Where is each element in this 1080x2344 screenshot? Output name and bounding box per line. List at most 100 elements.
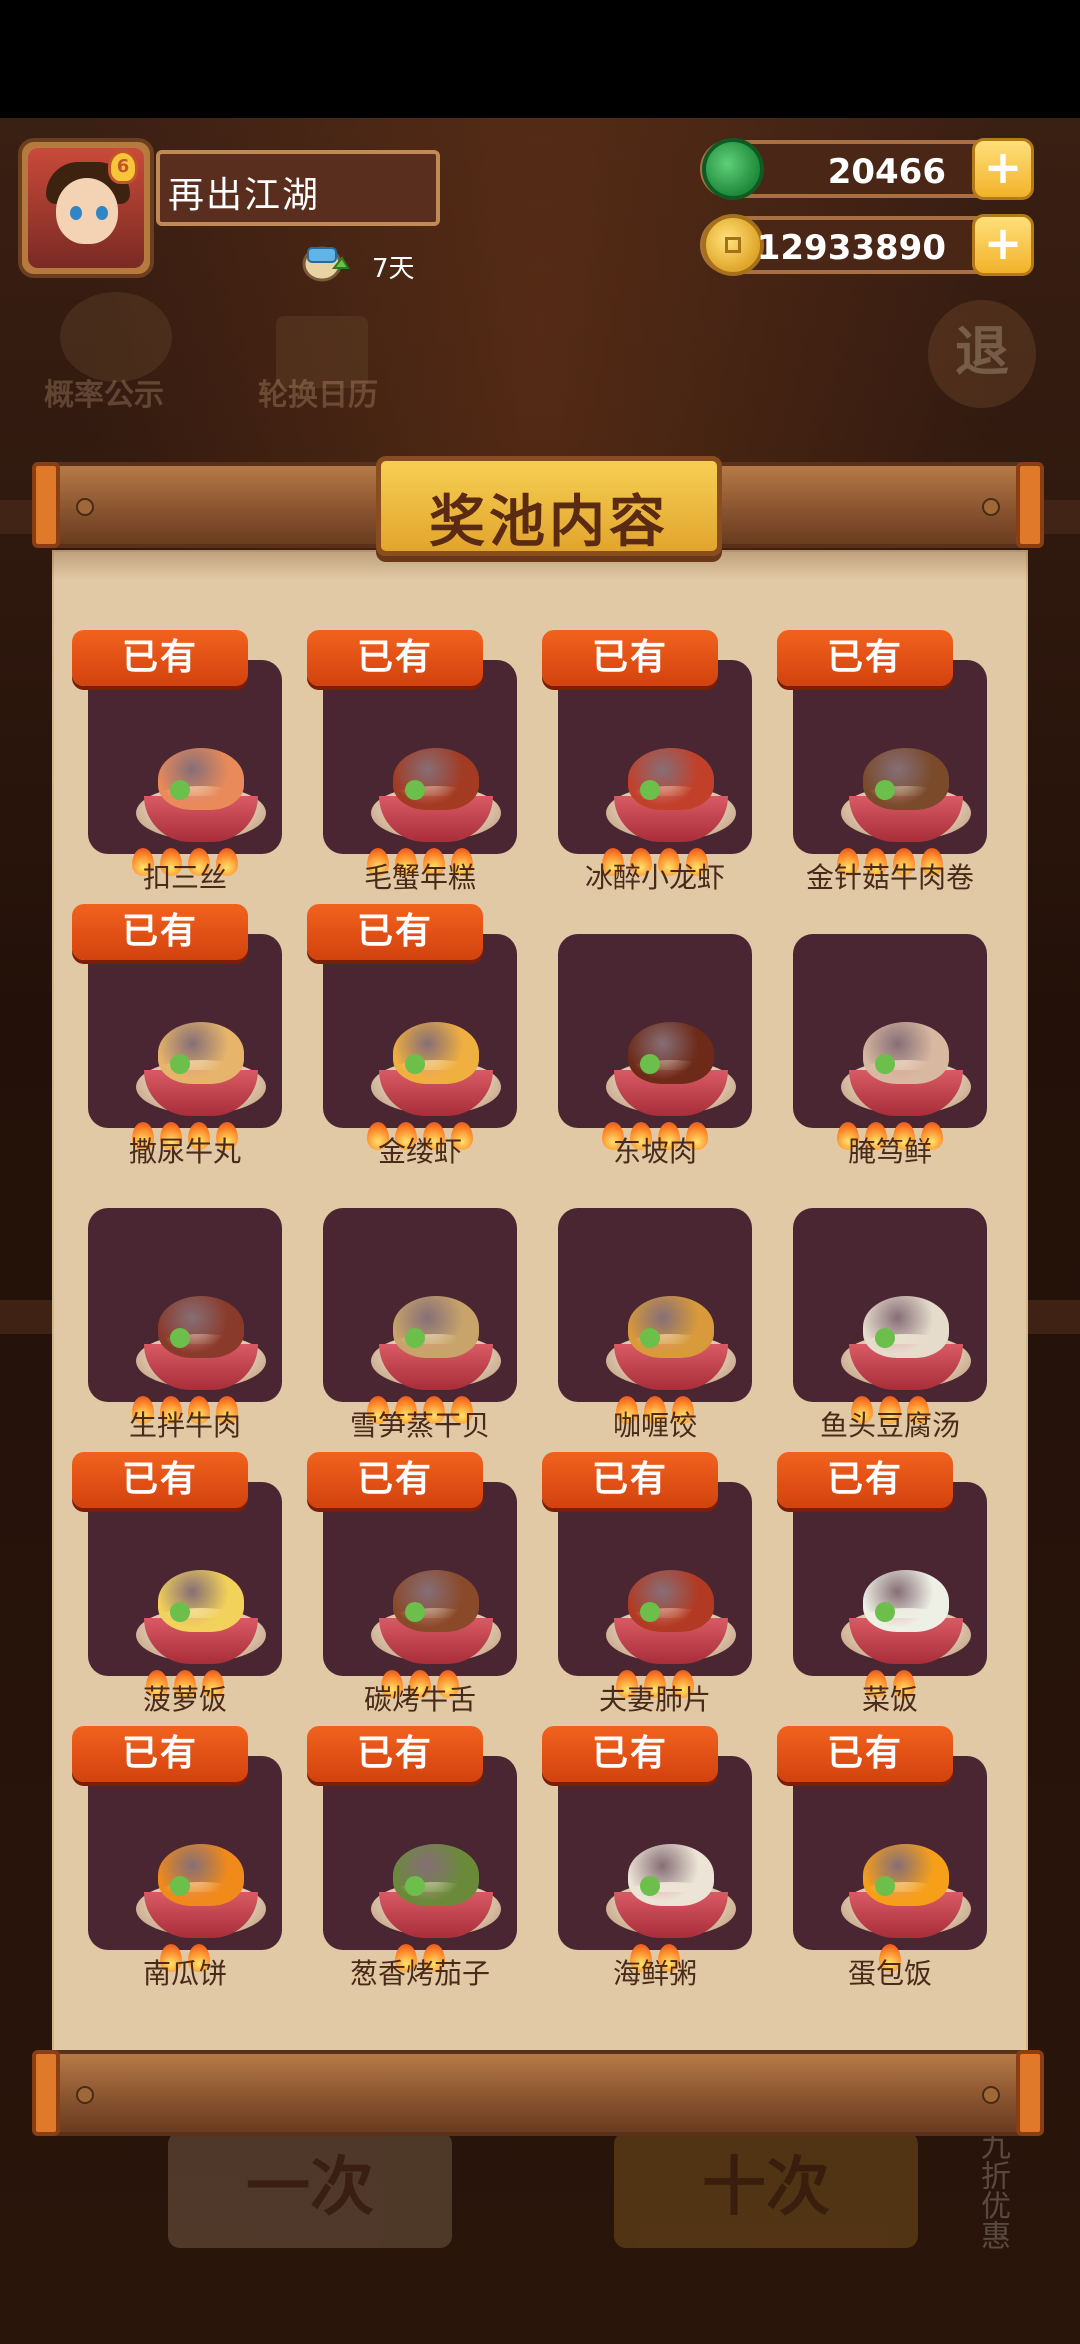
- dish-name: 碳烤牛舌: [363, 1683, 476, 1716]
- dish-icon: [393, 1296, 479, 1358]
- add-jade-button[interactable]: +: [972, 138, 1034, 200]
- jade-amount: 20466: [827, 152, 946, 192]
- rod-nail: [982, 498, 1000, 516]
- draw-ten-button[interactable]: 十次: [614, 2132, 918, 2248]
- owned-badge: 已有: [72, 904, 248, 960]
- coin-currency-bar: 12933890 +: [700, 214, 1034, 276]
- dish-icon: [863, 1570, 949, 1632]
- vip-card-icon: [302, 246, 350, 282]
- dish-tile: [558, 660, 752, 876]
- avatar-eye: [70, 206, 82, 220]
- dish-name: 金缕虾: [377, 1135, 462, 1168]
- dish-tile: [88, 1208, 282, 1424]
- avatar-face: [56, 178, 118, 244]
- dish-tile: [793, 1482, 987, 1698]
- dish-tile: [323, 660, 517, 876]
- add-coins-button[interactable]: +: [972, 214, 1034, 276]
- rod-nail: [982, 2086, 1000, 2104]
- dish-icon: [863, 748, 949, 810]
- owned-badge: 已有: [307, 1726, 483, 1782]
- jade-currency-bar: 20466 +: [700, 138, 1034, 200]
- dish-tile: [88, 1756, 282, 1972]
- scroll-bottom-rod: [32, 2050, 1044, 2136]
- dish-name: 冰醉小龙虾: [584, 861, 725, 894]
- owned-badge: 已有: [307, 1452, 483, 1508]
- exit-button[interactable]: 退: [928, 300, 1036, 408]
- dish-icon: [628, 1022, 714, 1084]
- probability-icon: [60, 292, 172, 382]
- dish-tile: [323, 1482, 517, 1698]
- garnish-icon: [405, 1054, 425, 1074]
- garnish-icon: [875, 780, 895, 800]
- rod-cap: [32, 462, 60, 548]
- dish-icon: [393, 748, 479, 810]
- owned-badge: 已有: [72, 1726, 248, 1782]
- dish-icon: [158, 1844, 244, 1906]
- draw-once-button[interactable]: 一次: [168, 2132, 452, 2248]
- dish-name: 撒尿牛丸: [128, 1135, 241, 1168]
- dish-tile: [323, 1756, 517, 1972]
- dish-icon: [628, 1296, 714, 1358]
- dish-name: 蛋包饭: [847, 1957, 932, 1990]
- probability-button[interactable]: 概率公示: [44, 370, 164, 414]
- garnish-icon: [640, 1876, 660, 1896]
- owned-badge: 已有: [542, 1452, 718, 1508]
- garnish-icon: [170, 1876, 190, 1896]
- dish-tile: [88, 934, 282, 1150]
- dish-icon: [158, 1022, 244, 1084]
- dish-icon: [628, 1844, 714, 1906]
- garnish-icon: [170, 780, 190, 800]
- dish-icon: [393, 1022, 479, 1084]
- owned-badge: 已有: [72, 630, 248, 686]
- jade-icon: [702, 138, 764, 200]
- garnish-icon: [640, 1602, 660, 1622]
- garnish-icon: [170, 1054, 190, 1074]
- dish-tile: [793, 1756, 987, 1972]
- garnish-icon: [640, 1328, 660, 1348]
- owned-badge: 已有: [777, 1726, 953, 1782]
- dish-name: 菠萝饭: [142, 1683, 227, 1716]
- garnish-icon: [640, 780, 660, 800]
- dish-name: 菜饭: [861, 1683, 918, 1716]
- garnish-icon: [405, 780, 425, 800]
- garnish-icon: [405, 1602, 425, 1622]
- dish-name: 东坡肉: [612, 1135, 697, 1168]
- dish-tile: [88, 1482, 282, 1698]
- rod-cap: [32, 2050, 60, 2136]
- dish-name: 南瓜饼: [142, 1957, 227, 1990]
- avatar[interactable]: 6: [18, 138, 154, 278]
- garnish-icon: [640, 1054, 660, 1074]
- dish-tile: [323, 934, 517, 1150]
- dish-tile: [558, 934, 752, 1150]
- garnish-icon: [405, 1328, 425, 1348]
- dish-icon: [628, 748, 714, 810]
- dish-tile: [793, 660, 987, 876]
- dish-tile: [323, 1208, 517, 1424]
- discount-tag: 九折优惠: [975, 2130, 1010, 2250]
- owned-badge: 已有: [307, 904, 483, 960]
- dish-icon: [393, 1570, 479, 1632]
- owned-badge: 已有: [307, 630, 483, 686]
- dish-icon: [863, 1844, 949, 1906]
- owned-badge: 已有: [777, 630, 953, 686]
- dish-name: 雪笋蒸干贝: [349, 1409, 490, 1442]
- dish-tile: [558, 1208, 752, 1424]
- rod-cap: [1016, 462, 1044, 548]
- garnish-icon: [405, 1876, 425, 1896]
- status-bar: [0, 0, 1080, 118]
- dish-icon: [158, 748, 244, 810]
- coin-amount: 12933890: [756, 228, 946, 268]
- modal-title: 奖池内容: [429, 490, 669, 555]
- owned-badge: 已有: [777, 1452, 953, 1508]
- dish-name: 扣三丝: [142, 861, 227, 894]
- dish-tile: [558, 1756, 752, 1972]
- dish-name: 毛蟹年糕: [363, 861, 476, 894]
- vip-days-label: 7天: [372, 254, 415, 284]
- dish-tile: [793, 1208, 987, 1424]
- garnish-icon: [875, 1328, 895, 1348]
- rotation-calendar-button[interactable]: 轮换日历: [258, 370, 378, 414]
- garnish-icon: [875, 1602, 895, 1622]
- coin-icon: [702, 214, 764, 276]
- dish-icon: [158, 1570, 244, 1632]
- garnish-icon: [875, 1876, 895, 1896]
